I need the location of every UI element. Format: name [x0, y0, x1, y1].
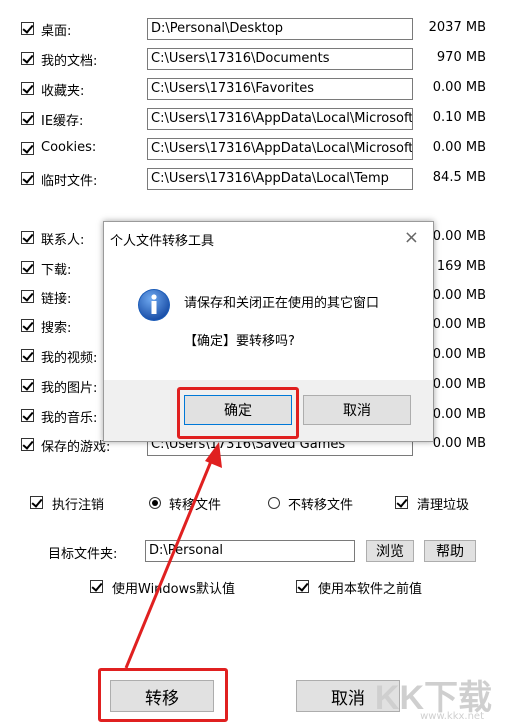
dialog-titlebar: 个人文件转移工具 × — [104, 222, 433, 254]
dialog-question: 【确定】要转移吗? — [184, 334, 295, 349]
info-icon — [138, 289, 170, 321]
ok-button-highlight — [177, 387, 299, 439]
dialog-message: 请保存和关闭正在使用的其它窗口 — [184, 296, 380, 311]
close-icon[interactable]: × — [404, 227, 419, 248]
dialog-cancel-button[interactable]: 取消 — [303, 395, 411, 425]
watermark-url: www.kkx.net — [420, 711, 484, 722]
dialog-title: 个人文件转移工具 — [110, 234, 215, 249]
